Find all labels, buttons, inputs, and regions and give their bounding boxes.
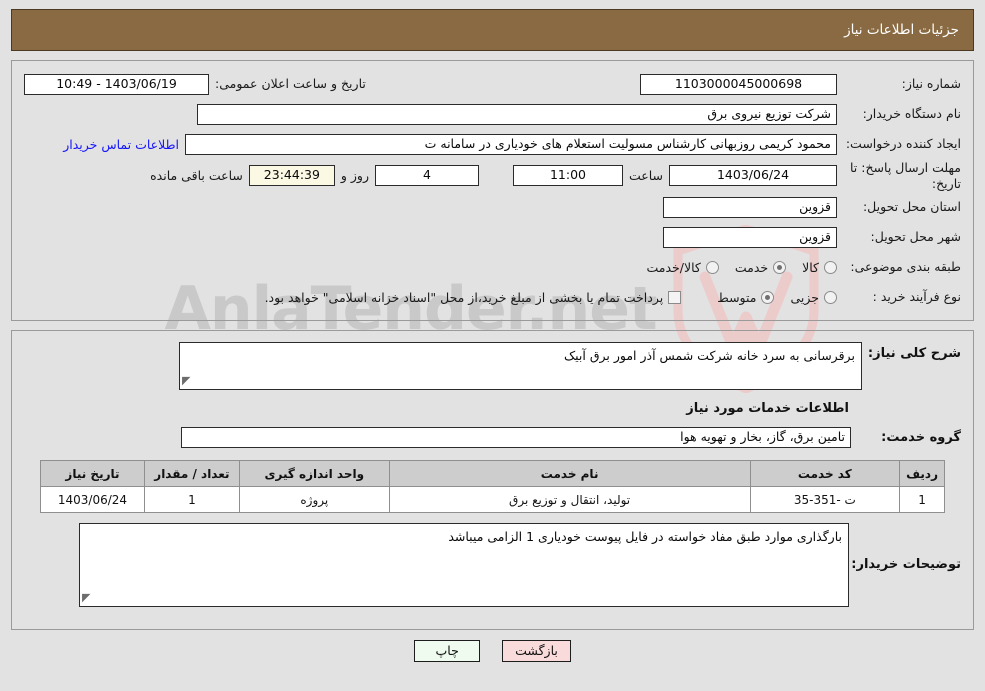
footer-actions: بازگشت چاپ	[0, 640, 985, 663]
cell-date: 1403/06/24	[40, 486, 145, 514]
service-group-label: گروه خدمت:	[881, 429, 961, 445]
deadline-label: مهلت ارسال پاسخ: تا تاریخ:	[850, 160, 961, 191]
cell-qty: 1	[143, 486, 240, 514]
organization-label: نام دستگاه خریدار:	[862, 106, 961, 122]
radio-motavaset-icon[interactable]	[761, 290, 775, 304]
row-service-group: گروه خدمت: تامین برق، گاز، بخار و تهویه …	[18, 422, 967, 452]
buyer-notes-text: بارگذاری موارد طبق مفاد خواسته در فایل پ…	[448, 529, 842, 545]
remaining-days-field[interactable]: 4	[374, 165, 479, 187]
radio-kala-icon[interactable]	[824, 260, 837, 274]
print-button[interactable]: چاپ	[414, 640, 481, 663]
th-name: نام خدمت	[388, 460, 751, 488]
service-group-field[interactable]: تامین برق، گاز، بخار و تهویه هوا	[181, 426, 851, 448]
category-option-khedmat[interactable]: خدمت	[725, 259, 787, 275]
row-deadline: مهلت ارسال پاسخ: تا تاریخ: 1403/06/24 سا…	[18, 159, 967, 192]
province-field[interactable]: قزوین	[663, 196, 837, 218]
row-city: شهر محل تحویل: قزوین	[18, 222, 967, 252]
table-header-row: ردیف کد خدمت نام خدمت واحد اندازه گیری ت…	[40, 460, 945, 488]
cell-name: تولید، انتقال و توزیع برق	[388, 486, 751, 514]
deadline-hour-label: ساعت	[628, 168, 663, 184]
treasury-checkbox-group[interactable]: پرداخت تمام یا بخشی از مبلغ خرید،از محل …	[255, 290, 682, 305]
table-row: 1 ت -351-35 تولید، انتقال و توزیع برق پر…	[40, 486, 945, 514]
buyer-contact-link[interactable]: اطلاعات تماس خریدار	[63, 137, 179, 152]
row-organization: نام دستگاه خریدار: شرکت توزیع نیروی برق	[18, 99, 967, 129]
service-items-table: ردیف کد خدمت نام خدمت واحد اندازه گیری ت…	[40, 460, 945, 514]
process-label: نوع فرآیند خرید :	[872, 289, 961, 305]
need-summary-text: برقرسانی به سرد خانه شرکت شمس آذر امور ب…	[563, 348, 855, 364]
radio-khedmat-icon[interactable]	[773, 260, 787, 274]
th-unit: واحد اندازه گیری	[238, 460, 390, 488]
treasury-checkbox-label: پرداخت تمام یا بخشی از مبلغ خرید،از محل …	[264, 289, 664, 305]
deadline-hour-field[interactable]: 11:00	[512, 165, 623, 187]
creator-field[interactable]: محمود کریمی روزبهانی کارشناس مسولیت استع…	[185, 133, 837, 155]
need-number-label: شماره نیاز:	[901, 76, 961, 92]
cell-unit: پروژه	[238, 486, 390, 514]
process-option-jozi-label: جزیی	[790, 289, 819, 305]
need-number-field[interactable]: 1103000045000698	[640, 73, 837, 95]
page-title: جزئیات اطلاعات نیاز	[844, 22, 959, 38]
days-and-label: روز و	[340, 168, 369, 184]
row-need-summary: شرح کلی نیاز: برقرسانی به سرد خانه شرکت …	[18, 341, 967, 391]
category-label: طبقه بندی موضوعی:	[850, 259, 961, 275]
row-category: طبقه بندی موضوعی: کالا خدمت کالا/خدمت	[18, 252, 967, 282]
process-option-motavaset-label: متوسط	[717, 289, 757, 305]
remaining-time-field[interactable]: 23:44:39	[248, 165, 335, 187]
category-option-khedmat-label: خدمت	[734, 259, 769, 275]
city-field[interactable]: قزوین	[663, 226, 837, 248]
need-summary-label: شرح کلی نیاز:	[867, 346, 961, 362]
category-option-kala-label: کالا	[802, 259, 819, 275]
resize-grip-notes-icon[interactable]: ◥	[82, 590, 90, 605]
row-province: استان محل تحویل: قزوین	[18, 192, 967, 222]
back-button[interactable]: بازگشت	[502, 640, 571, 663]
buyer-notes-label: توضیحات خریدار:	[851, 557, 961, 573]
public-announce-field[interactable]: 1403/06/19 - 10:49	[24, 73, 209, 95]
category-option-kala[interactable]: کالا	[792, 260, 837, 275]
service-items-table-wrapper: ردیف کد خدمت نام خدمت واحد اندازه گیری ت…	[18, 452, 967, 517]
row-need-number: شماره نیاز: 1103000045000698 تاریخ و ساع…	[18, 69, 967, 99]
radio-jozi-icon[interactable]	[824, 290, 837, 304]
city-label: شهر محل تحویل:	[870, 229, 961, 245]
buyer-notes-textarea[interactable]: بارگذاری موارد طبق مفاد خواسته در فایل پ…	[79, 523, 849, 608]
services-section-title: اطلاعات خدمات مورد نیاز	[686, 401, 849, 417]
radio-kala-khedmat-icon[interactable]	[705, 260, 719, 274]
organization-field[interactable]: شرکت توزیع نیروی برق	[197, 103, 837, 125]
category-option-kala-khedmat-label: کالا/خدمت	[646, 259, 701, 275]
cell-row: 1	[899, 486, 945, 514]
treasury-checkbox-icon[interactable]	[668, 290, 682, 304]
row-creator: ایجاد کننده درخواست: محمود کریمی روزبهان…	[18, 129, 967, 159]
process-option-jozi[interactable]: جزیی	[780, 290, 837, 305]
process-option-motavaset[interactable]: متوسط	[707, 289, 775, 305]
province-label: استان محل تحویل:	[862, 199, 961, 215]
th-date: تاریخ نیاز	[40, 460, 145, 488]
resize-grip-icon[interactable]: ◥	[182, 373, 190, 388]
cell-code: ت -351-35	[749, 486, 901, 514]
need-info-panel: شماره نیاز: 1103000045000698 تاریخ و ساع…	[11, 60, 974, 322]
remaining-suffix-label: ساعت باقی مانده	[150, 168, 243, 184]
th-code: کد خدمت	[749, 460, 901, 488]
category-option-kala-khedmat[interactable]: کالا/خدمت	[636, 259, 719, 275]
need-summary-textarea[interactable]: برقرسانی به سرد خانه شرکت شمس آذر امور ب…	[178, 342, 862, 391]
row-process-type: نوع فرآیند خرید : جزیی متوسط پرداخت تمام…	[18, 282, 967, 312]
public-announce-label: تاریخ و ساعت اعلان عمومی:	[215, 76, 366, 92]
deadline-date-field[interactable]: 1403/06/24	[669, 165, 837, 187]
need-description-panel: شرح کلی نیاز: برقرسانی به سرد خانه شرکت …	[11, 330, 974, 631]
row-buyer-notes: توضیحات خریدار: بارگذاری موارد طبق مفاد …	[18, 517, 967, 617]
page-header: جزئیات اطلاعات نیاز	[11, 9, 974, 51]
creator-label: ایجاد کننده درخواست:	[845, 136, 961, 152]
th-qty: تعداد / مقدار	[143, 460, 240, 488]
th-row: ردیف	[899, 460, 945, 488]
